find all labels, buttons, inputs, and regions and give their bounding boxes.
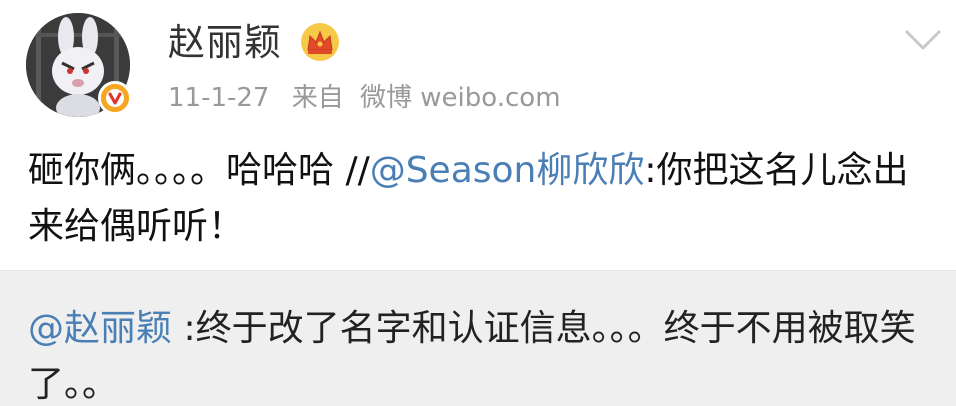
mention-link[interactable]: @Season柳欣欣: [370, 150, 645, 191]
post-meta: 11-1-27 来自 微博 weibo.com: [168, 80, 575, 116]
post-text-main: 砸你俩。。。。哈哈哈 //: [28, 150, 370, 191]
username[interactable]: 赵丽颖: [168, 18, 282, 68]
chevron-down-icon[interactable]: [904, 28, 942, 54]
source-prefix: 来自: [291, 83, 344, 113]
avatar-container[interactable]: [26, 13, 134, 121]
retweet-box[interactable]: @赵丽颖 :终于改了名字和认证信息。。。终于不用被取笑了。。: [0, 270, 956, 406]
post-date: 11-1-27: [168, 83, 270, 113]
post-text: 砸你俩。。。。哈哈哈 //@Season柳欣欣:你把这名儿念出来给偶听听！: [28, 143, 928, 255]
crown-icon[interactable]: [300, 22, 340, 62]
retweet-mention-link[interactable]: @赵丽颖: [28, 308, 172, 349]
source-name[interactable]: 微博 weibo.com: [360, 83, 561, 113]
retweet-text: @赵丽颖 :终于改了名字和认证信息。。。终于不用被取笑了。。: [28, 301, 928, 406]
weibo-post-card: 赵丽颖 11-1-27 来自 微博 weibo.com 砸你俩。。。。哈哈哈 /…: [0, 0, 956, 406]
verified-badge-icon: [98, 81, 132, 115]
